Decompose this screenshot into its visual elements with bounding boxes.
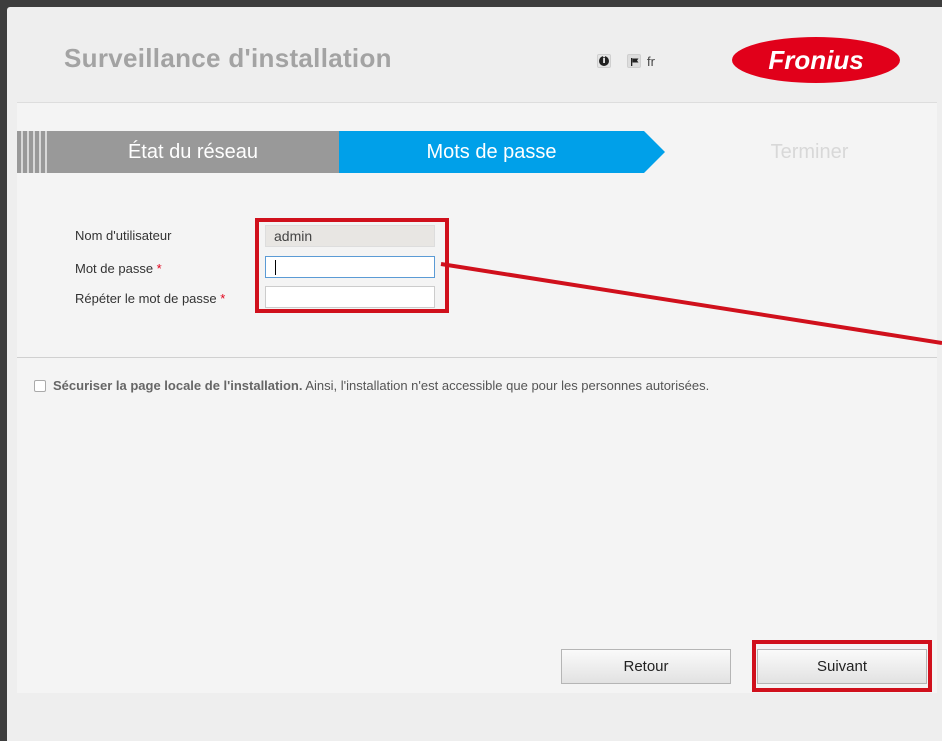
annotation-pointer-line [440, 262, 942, 345]
app-window: Surveillance d'installation i fr Fronius… [7, 7, 942, 741]
info-icon[interactable]: i [597, 54, 611, 68]
